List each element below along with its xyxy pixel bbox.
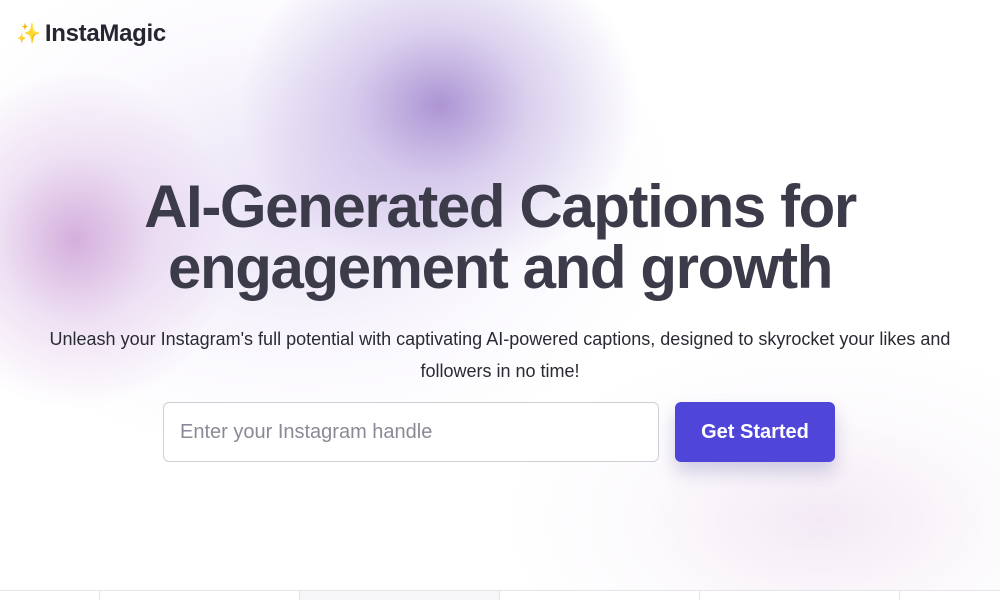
strip-cell bbox=[100, 591, 300, 600]
strip-cell bbox=[300, 591, 500, 600]
sparkles-icon: ✨ bbox=[16, 23, 41, 45]
get-started-button[interactable]: Get Started bbox=[675, 402, 835, 462]
strip-cell bbox=[0, 591, 100, 600]
instagram-handle-input[interactable] bbox=[163, 402, 659, 462]
hero-title: AI-Generated Captions for engagement and… bbox=[0, 176, 1000, 298]
strip-cell bbox=[900, 591, 1000, 600]
hero-subtitle: Unleash your Instagram's full potential … bbox=[49, 329, 951, 381]
brand-name: InstaMagic bbox=[44, 20, 166, 47]
hero-title-line-1: AI-Generated Captions for bbox=[144, 173, 857, 240]
strip-cell bbox=[500, 591, 700, 600]
section-divider-strip bbox=[0, 590, 1000, 600]
signup-form: Get Started bbox=[163, 402, 835, 462]
brand-logo[interactable]: ✨ InstaMagic bbox=[16, 20, 166, 48]
strip-cell bbox=[700, 591, 900, 600]
hero-title-line-2: engagement and growth bbox=[168, 234, 833, 301]
